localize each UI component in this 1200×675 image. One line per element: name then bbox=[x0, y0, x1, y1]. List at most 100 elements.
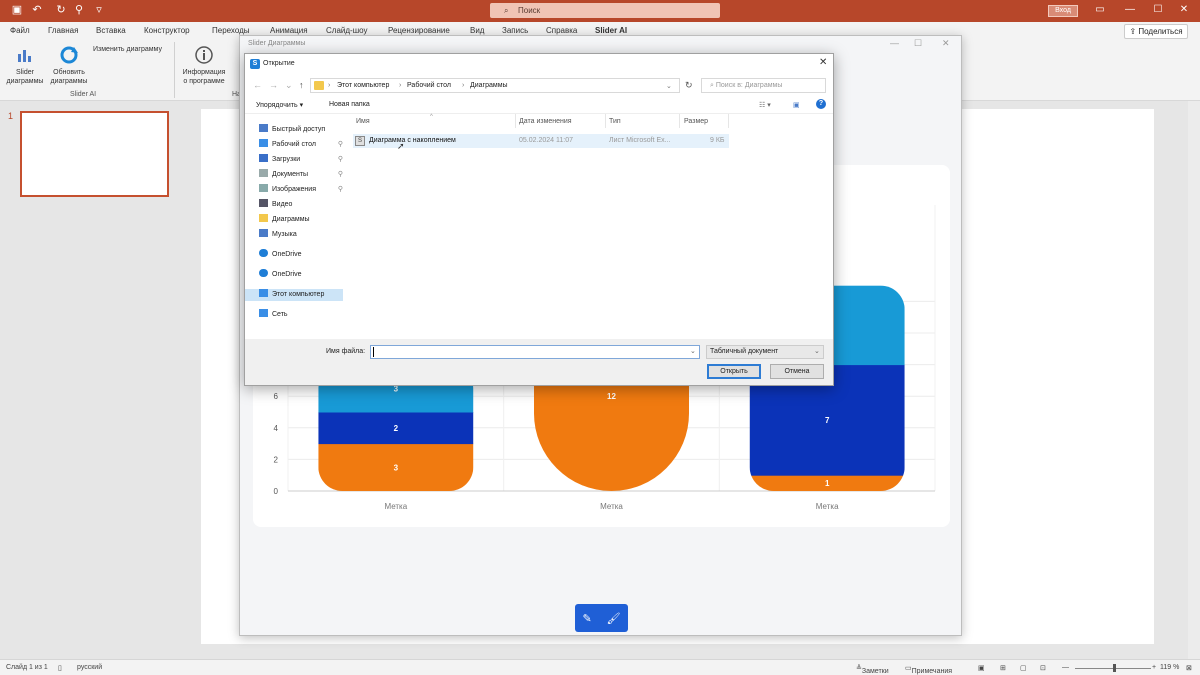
nav-item[interactable]: Этот компьютер bbox=[245, 289, 343, 301]
close-icon[interactable]: ✕ bbox=[1174, 3, 1194, 17]
share-button[interactable]: ⇪ Поделиться bbox=[1124, 24, 1188, 39]
chevron-down-icon: ⌄ bbox=[814, 348, 820, 355]
tab-insert[interactable]: Вставка bbox=[96, 26, 126, 35]
up-icon[interactable]: ↑ bbox=[299, 80, 304, 90]
slide-thumbnail-pane: 1 bbox=[0, 101, 182, 659]
zoom-out-icon[interactable]: — bbox=[1062, 664, 1069, 671]
minimize-icon[interactable]: — bbox=[1120, 3, 1140, 17]
chevron-down-icon[interactable]: ⌄ bbox=[666, 82, 672, 90]
nav-item[interactable]: Диаграммы bbox=[259, 214, 343, 226]
refresh-icon[interactable]: ↻ bbox=[685, 80, 693, 91]
slide-thumbnail[interactable] bbox=[20, 111, 169, 197]
tab-file[interactable]: Файл bbox=[10, 26, 30, 35]
chart-tools: ✎ 🖌 bbox=[575, 604, 628, 632]
accessibility-icon[interactable]: ▯ bbox=[58, 664, 62, 672]
nav-item[interactable]: Музыка bbox=[259, 229, 343, 241]
column-separator[interactable] bbox=[515, 114, 516, 128]
fit-slide-icon[interactable]: ⊠ bbox=[1186, 664, 1192, 672]
slider-minimize-icon[interactable]: — bbox=[890, 38, 899, 48]
comments-button[interactable]: ▭ Примечания bbox=[905, 664, 952, 675]
tab-design[interactable]: Конструктор bbox=[144, 26, 190, 35]
sign-in-button[interactable]: Вход bbox=[1048, 5, 1078, 17]
tab-review[interactable]: Рецензирование bbox=[388, 26, 450, 35]
new-folder-button[interactable]: Новая папка bbox=[329, 101, 370, 108]
dialog-title: Открытие bbox=[263, 60, 295, 67]
nav-item[interactable]: Загрузки ⚲ bbox=[259, 154, 343, 166]
x-tick-label: Метка bbox=[816, 502, 839, 511]
breadcrumb-computer[interactable]: Этот компьютер bbox=[337, 82, 389, 89]
video-icon bbox=[259, 199, 268, 207]
tab-home[interactable]: Главная bbox=[48, 26, 78, 35]
tab-record[interactable]: Запись bbox=[502, 26, 528, 35]
organize-button[interactable]: Упорядочить ▾ bbox=[256, 101, 303, 109]
slider-diagrams-button[interactable]: Slider диаграммы bbox=[6, 44, 44, 86]
nav-item[interactable]: Сеть bbox=[259, 309, 343, 321]
tab-slideshow[interactable]: Слайд-шоу bbox=[326, 26, 367, 35]
dialog-search-input[interactable]: ⌕ Поиск в: Диаграммы bbox=[701, 78, 826, 93]
help-icon[interactable]: ? bbox=[816, 99, 826, 109]
tab-view[interactable]: Вид bbox=[470, 26, 484, 35]
nav-item[interactable]: Рабочий стол ⚲ bbox=[259, 139, 343, 151]
normal-view-icon[interactable]: ▣ bbox=[978, 664, 985, 672]
nav-item-label: Сеть bbox=[272, 311, 288, 318]
column-separator[interactable] bbox=[605, 114, 606, 128]
sorter-view-icon[interactable]: ⊞ bbox=[1000, 664, 1006, 672]
zoom-level[interactable]: 119 % bbox=[1160, 664, 1179, 671]
breadcrumb-desktop[interactable]: Рабочий стол bbox=[407, 82, 451, 89]
slider-maximize-icon[interactable]: ☐ bbox=[914, 38, 922, 49]
forward-icon[interactable]: → bbox=[269, 80, 278, 90]
pin-icon: ⚲ bbox=[337, 141, 343, 148]
edit-data-icon[interactable]: ✎ bbox=[582, 612, 591, 625]
recent-icon[interactable]: ⌄ bbox=[285, 80, 293, 91]
maximize-icon[interactable]: ☐ bbox=[1148, 3, 1168, 17]
brush-icon[interactable]: 🖌 bbox=[607, 612, 621, 625]
tab-help[interactable]: Справка bbox=[546, 26, 577, 35]
address-bar[interactable]: › Этот компьютер › Рабочий стол › Диагра… bbox=[310, 78, 680, 93]
notes-button[interactable]: ≜ Заметки bbox=[856, 664, 889, 675]
ribbon-display-icon[interactable]: ▭ bbox=[1090, 3, 1110, 17]
tab-animations[interactable]: Анимация bbox=[270, 26, 308, 35]
share-label: Поделиться bbox=[1138, 27, 1183, 36]
file-row[interactable]: S Диаграмма с накоплением 05.02.2024 11:… bbox=[353, 134, 729, 151]
col-name[interactable]: Имя bbox=[356, 118, 370, 125]
nav-item[interactable]: OneDrive bbox=[259, 269, 343, 281]
preview-pane-icon[interactable]: ▣ bbox=[793, 101, 800, 109]
slider-close-icon[interactable]: ✕ bbox=[942, 38, 950, 49]
about-button[interactable]: Информация о программе bbox=[178, 44, 230, 86]
breadcrumb-diagrams[interactable]: Диаграммы bbox=[470, 82, 508, 89]
vertical-scrollbar[interactable] bbox=[1188, 101, 1200, 659]
search-input[interactable]: ⌕ Поиск bbox=[490, 3, 720, 18]
tab-slider-ai[interactable]: Slider AI bbox=[595, 26, 627, 35]
reading-view-icon[interactable]: ▢ bbox=[1020, 664, 1027, 672]
nav-item[interactable]: Изображения ⚲ bbox=[259, 184, 343, 196]
nav-item[interactable]: OneDrive bbox=[259, 249, 343, 261]
cancel-button[interactable]: Отмена bbox=[770, 364, 824, 379]
pictures-icon bbox=[259, 184, 268, 192]
chevron-down-icon[interactable]: ⌄ bbox=[690, 347, 696, 355]
col-size[interactable]: Размер bbox=[684, 118, 708, 125]
nav-item-label: Видео bbox=[272, 201, 293, 208]
col-date[interactable]: Дата изменения bbox=[519, 118, 572, 125]
column-separator[interactable] bbox=[679, 114, 680, 128]
pin-icon: ⚲ bbox=[337, 171, 343, 178]
view-options-icon[interactable]: ☷ ▾ bbox=[759, 101, 771, 109]
file-date: 05.02.2024 11:07 bbox=[519, 137, 573, 144]
dialog-close-icon[interactable]: ✕ bbox=[819, 57, 827, 68]
back-icon[interactable]: ← bbox=[253, 80, 262, 90]
tab-transitions[interactable]: Переходы bbox=[212, 26, 250, 35]
nav-item[interactable]: Видео bbox=[259, 199, 343, 211]
col-type[interactable]: Тип bbox=[609, 118, 621, 125]
zoom-in-icon[interactable]: + bbox=[1152, 664, 1156, 671]
language-indicator[interactable]: русский bbox=[77, 664, 102, 671]
column-separator[interactable] bbox=[728, 114, 729, 128]
filename-input[interactable]: ⌄ bbox=[370, 345, 700, 359]
refresh-diagrams-button[interactable]: Обновить диаграммы bbox=[48, 44, 90, 86]
nav-item[interactable]: Быстрый доступ bbox=[259, 124, 343, 136]
title-bar: ▣ ↶ ↻ ⚲ ▿ Диаграммы - PowerPoint ⌕ Поиск… bbox=[0, 0, 1200, 22]
zoom-thumb[interactable] bbox=[1113, 664, 1116, 672]
nav-item[interactable]: Документы ⚲ bbox=[259, 169, 343, 181]
edit-diagram-button[interactable]: Изменить диаграмму bbox=[93, 45, 169, 54]
slideshow-view-icon[interactable]: ⊡ bbox=[1040, 664, 1046, 672]
filetype-select[interactable]: Табличный документ ⌄ bbox=[706, 345, 824, 359]
open-button[interactable]: Открыть bbox=[707, 364, 761, 379]
